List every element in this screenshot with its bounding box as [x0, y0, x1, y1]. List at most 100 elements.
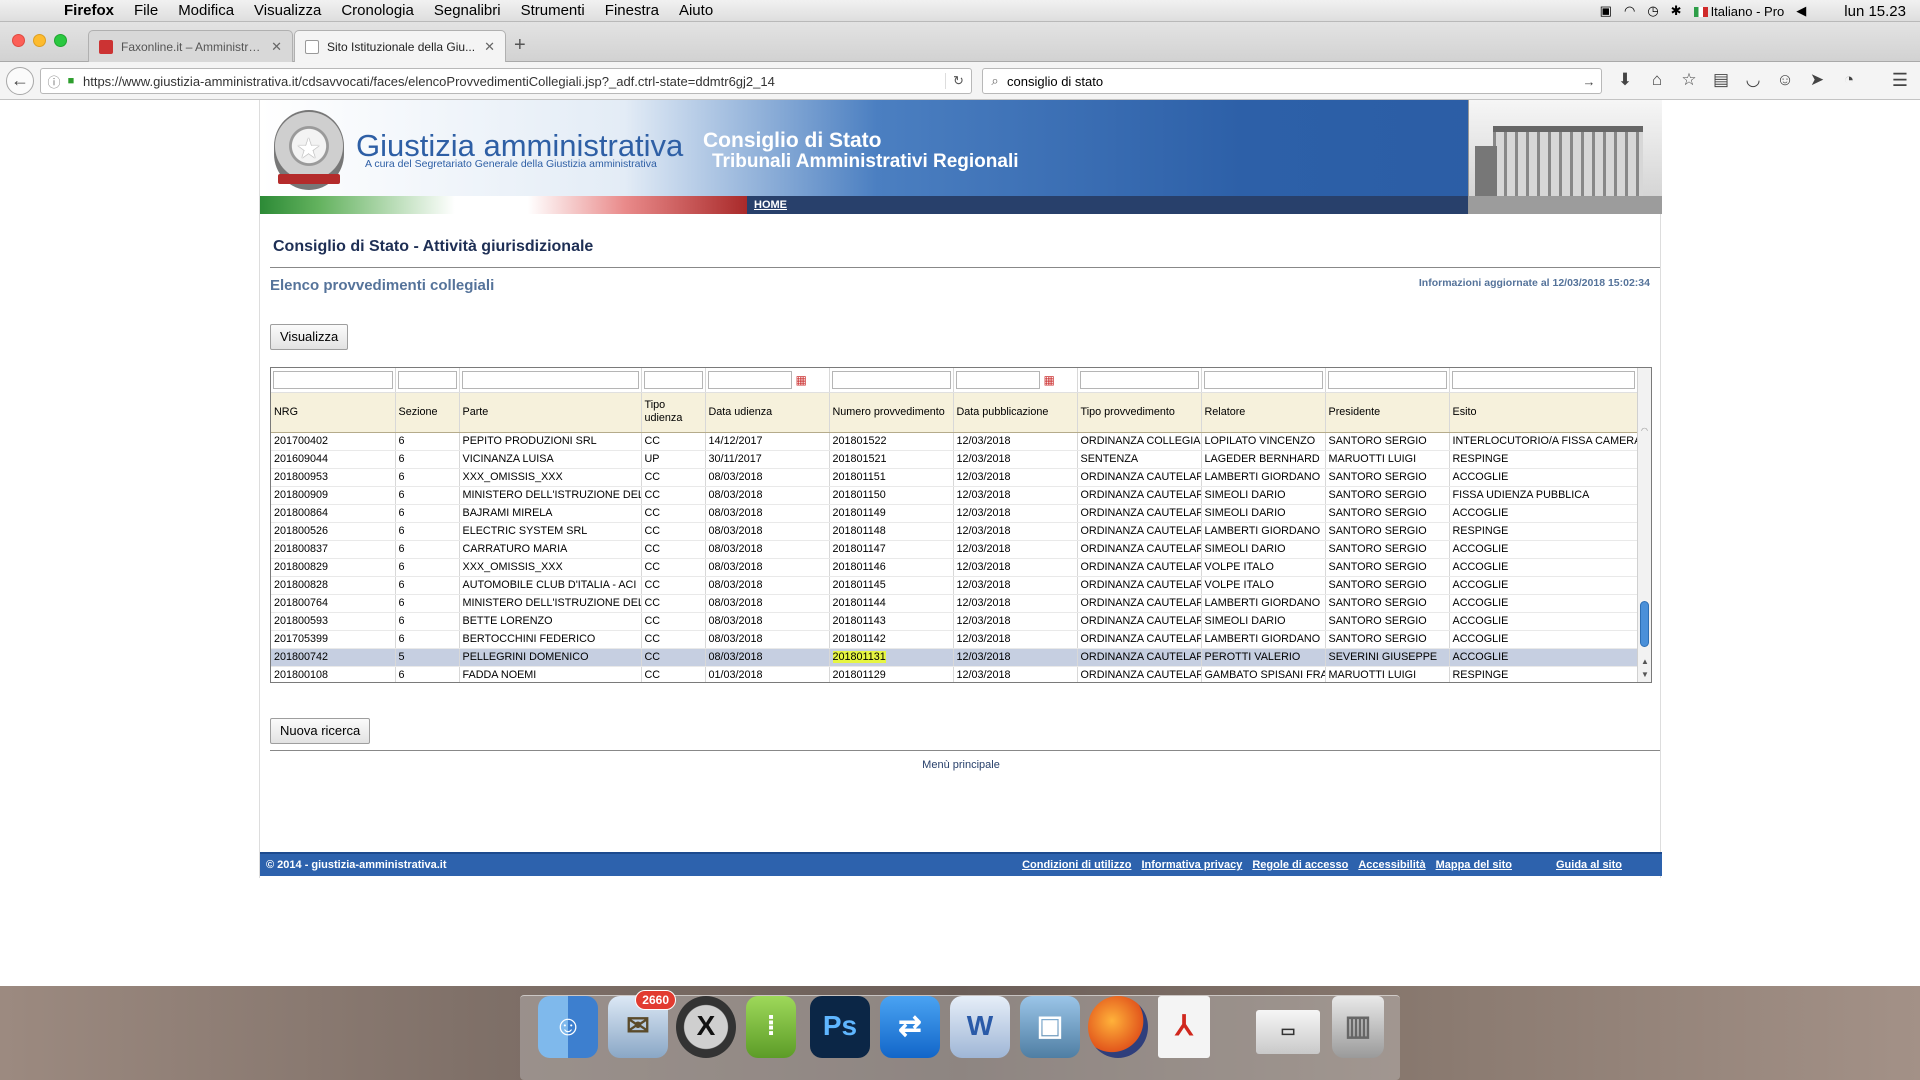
bluetooth-icon[interactable]: ✱ [1671, 3, 1682, 19]
word-icon[interactable]: W [950, 996, 1010, 1058]
new-tab-icon[interactable]: + [514, 34, 526, 57]
tab-faxonline[interactable]: Faxonline.it – Amministra... ✕ [88, 30, 293, 62]
teamviewer-icon[interactable]: ⇄ [880, 996, 940, 1058]
pocket-icon[interactable]: ◡ [1742, 70, 1764, 90]
search-input[interactable]: consiglio di stato [1007, 74, 1577, 89]
nuova-ricerca-button[interactable]: Nuova ricerca [270, 718, 371, 744]
column-header-numero-provvedimento[interactable]: Numero provvedimento [829, 392, 954, 433]
footer-link-privacy[interactable]: Informativa privacy [1141, 859, 1242, 871]
download-icon[interactable]: ⬇ [1614, 70, 1636, 90]
close-tab-icon[interactable]: ✕ [271, 39, 282, 55]
menu-app-firefox[interactable]: Firefox [54, 2, 124, 19]
column-header-sezione[interactable]: Sezione [395, 392, 460, 433]
wifi-icon[interactable]: ◠ [1624, 3, 1635, 19]
menu-file[interactable]: File [124, 2, 168, 19]
chat-icon[interactable]: ◔ [1838, 70, 1860, 90]
filter-input-data-pubblicazione[interactable] [955, 370, 1040, 389]
table-row[interactable]: 201700402 6 PEPITO PRODUZIONI SRL CC 14/12/2… [271, 432, 1637, 451]
table-row[interactable]: 201800864 6 BAJRAMI MIRELA CC 08/03/2018 2018… [271, 504, 1637, 523]
table-row[interactable]: 201800593 6 BETTE LORENZO CC 08/03/2018 20180… [271, 612, 1637, 631]
minimize-window-button[interactable] [33, 34, 46, 47]
filter-input-parte[interactable] [461, 370, 639, 389]
photoshop-icon[interactable]: Ps [810, 996, 870, 1058]
menu-cronologia[interactable]: Cronologia [331, 2, 424, 19]
firefox-icon[interactable] [1088, 996, 1148, 1058]
table-row[interactable]: 201800108 6 FADDA NOEMI CC 01/03/2018 2018011… [271, 666, 1637, 682]
table-row[interactable]: 201800909 6 MINISTERO DELL'ISTRUZIONE DELL… [271, 486, 1637, 505]
site-info-icon[interactable]: ⓘ [45, 72, 63, 91]
skype-icon[interactable]: ▣ [1600, 3, 1612, 19]
filter-input-data-udienza[interactable] [707, 370, 792, 389]
table-row[interactable]: 201800526 6 ELECTRIC SYSTEM SRL CC 08/03/201… [271, 522, 1637, 541]
xquartz-icon[interactable]: X [676, 996, 736, 1058]
menu-clock[interactable]: lun 15.23 [1844, 3, 1906, 20]
footer-link-condizioni[interactable]: Condizioni di utilizzo [1022, 859, 1131, 871]
filter-input-sezione[interactable] [397, 370, 457, 389]
table-row[interactable]: 201800764 6 MINISTERO DELL'ISTRUZIONE DELL… [271, 594, 1637, 613]
menu-modifica[interactable]: Modifica [168, 2, 244, 19]
url-bar[interactable]: ⓘ ■ https://www.giustizia-amministrativa… [40, 68, 972, 94]
notes-icon[interactable]: ⁞ [746, 996, 796, 1058]
menu-aiuto[interactable]: Aiuto [669, 2, 723, 19]
filter-input-tipo-provvedimento[interactable] [1079, 370, 1199, 389]
filter-input-relatore[interactable] [1203, 370, 1323, 389]
footer-link-accessibilita[interactable]: Accessibilità [1358, 859, 1425, 871]
search-bar[interactable]: ⌕ consiglio di stato → [982, 68, 1602, 94]
close-window-button[interactable] [12, 34, 25, 47]
filter-input-esito[interactable] [1451, 370, 1635, 389]
column-header-relatore[interactable]: Relatore [1201, 392, 1326, 433]
table-row[interactable]: 201609044 6 VICINANZA LUISA UP 30/11/2017 201… [271, 450, 1637, 469]
table-row[interactable]: 201800742 5 PELLEGRINI DOMENICO CC 08/03/201… [271, 648, 1637, 667]
calendar-icon[interactable]: ▦ [1044, 373, 1059, 387]
visualizza-button[interactable]: Visualizza [270, 324, 349, 350]
menu-strumenti[interactable]: Strumenti [511, 2, 595, 19]
column-header-presidente[interactable]: Presidente [1325, 392, 1450, 433]
footer-link-guida[interactable]: Guida al sito [1556, 859, 1622, 871]
filter-input-presidente[interactable] [1327, 370, 1447, 389]
vertical-scrollbar[interactable]: ◠ ▲ ▼ [1637, 368, 1651, 682]
url-text[interactable]: https://www.giustizia-amministrativa.it/… [79, 74, 945, 89]
footer-link-mappa[interactable]: Mappa del sito [1436, 859, 1512, 871]
scrollbar-thumb[interactable] [1640, 601, 1649, 647]
footer-link-regole[interactable]: Regole di accesso [1252, 859, 1348, 871]
main-menu-link[interactable]: Menù principale [922, 759, 1000, 771]
trash-icon[interactable]: ▥ [1332, 996, 1384, 1058]
table-row[interactable]: 201800828 6 AUTOMOBILE CLUB D'ITALIA - ACI… [271, 576, 1637, 595]
menu-visualizza[interactable]: Visualizza [244, 2, 331, 19]
column-header-data-udienza[interactable]: Data udienza [705, 392, 830, 433]
reading-list-icon[interactable]: ▤ [1710, 70, 1732, 90]
menu-finestra[interactable]: Finestra [595, 2, 669, 19]
column-header-parte[interactable]: Parte [459, 392, 642, 433]
reload-icon[interactable]: ↻ [945, 73, 971, 89]
table-row[interactable]: 201705399 6 BERTOCCHINI FEDERICO CC 08/03/20… [271, 630, 1637, 649]
home-link[interactable]: HOME [754, 199, 787, 211]
column-header-tipo-udienza[interactable]: Tipo udienza [641, 392, 706, 433]
volume-icon[interactable]: ◀ [1796, 3, 1806, 19]
column-header-data-pubblicazione[interactable]: Data pubblicazione [953, 392, 1078, 433]
bookmark-star-icon[interactable]: ☆ [1678, 70, 1700, 90]
table-row[interactable]: 201800953 6 XXX_OMISSIS_XXX CC 08/03/2018 201… [271, 468, 1637, 487]
extension-icon[interactable]: ☺ [1774, 70, 1796, 90]
filter-input-tipo-udienza[interactable] [643, 370, 703, 389]
column-header-esito[interactable]: Esito [1449, 392, 1637, 433]
scroll-down-arrow-icon[interactable]: ▼ [1638, 670, 1651, 679]
column-header-nrg[interactable]: NRG [271, 392, 396, 433]
close-tab-icon[interactable]: ✕ [484, 39, 495, 55]
menu-hamburger-icon[interactable]: ☰ [1892, 70, 1908, 91]
home-icon[interactable]: ⌂ [1646, 70, 1668, 90]
back-button[interactable]: ← [6, 67, 34, 95]
menu-segnalibri[interactable]: Segnalibri [424, 2, 511, 19]
column-header-tipo-provvedimento[interactable]: Tipo provvedimento [1077, 392, 1202, 433]
downloads-icon[interactable]: ▭ [1256, 1010, 1320, 1054]
tab-giustizia[interactable]: Sito Istituzionale della Giu... ✕ [294, 30, 506, 63]
search-go-icon[interactable]: → [1577, 74, 1601, 89]
filter-input-nrg[interactable] [273, 370, 393, 389]
scroll-up-arrow-icon[interactable]: ▲ [1638, 657, 1651, 666]
zoom-window-button[interactable] [54, 34, 67, 47]
finder-icon[interactable]: ☺ [538, 996, 598, 1058]
send-icon[interactable]: ➤ [1806, 70, 1828, 90]
input-source-menu[interactable]: Italiano - Pro [1693, 4, 1784, 19]
time-machine-icon[interactable]: ◷ [1647, 3, 1658, 19]
table-row[interactable]: 201800829 6 XXX_OMISSIS_XXX CC 08/03/2018 201… [271, 558, 1637, 577]
acrobat-icon[interactable]: ⅄ [1158, 996, 1210, 1058]
